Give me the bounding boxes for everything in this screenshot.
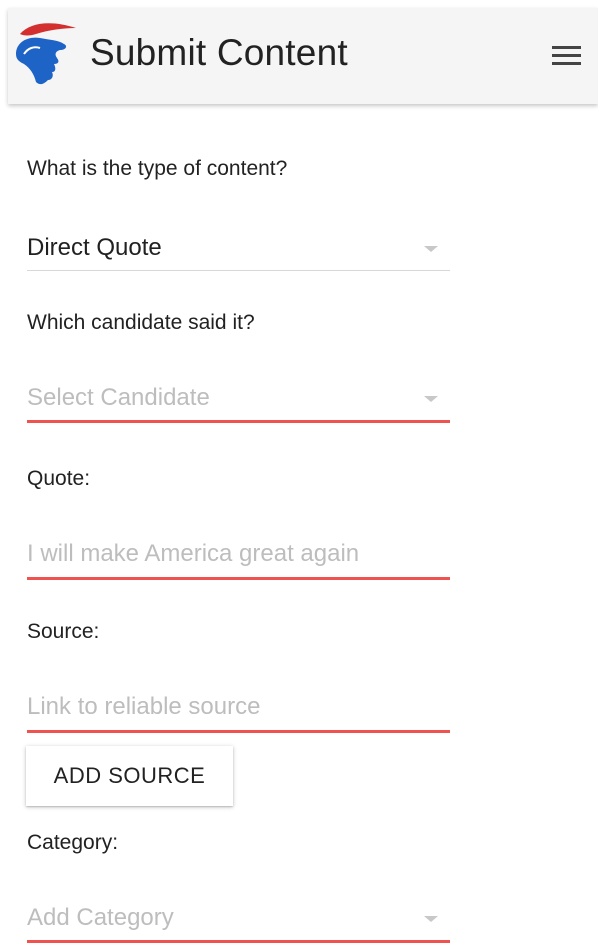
category-label: Category: xyxy=(27,831,119,854)
candidate-select[interactable]: Select Candidate xyxy=(27,374,450,423)
page-title: Submit Content xyxy=(90,32,348,73)
dropdown-arrow-icon xyxy=(424,396,438,402)
candidate-placeholder: Select Candidate xyxy=(27,384,210,411)
app-bar: Submit Content xyxy=(8,8,598,104)
dropdown-arrow-icon xyxy=(424,246,438,252)
category-select[interactable]: Add Category xyxy=(27,894,450,943)
candidate-logo-icon[interactable] xyxy=(14,14,80,90)
content-type-label: What is the type of content? xyxy=(27,157,288,180)
candidate-label: Which candidate said it? xyxy=(27,311,255,334)
quote-input[interactable] xyxy=(27,537,447,571)
source-field xyxy=(27,684,450,733)
source-input[interactable] xyxy=(27,690,447,724)
content-type-select[interactable]: Direct Quote xyxy=(27,224,450,271)
source-label: Source: xyxy=(27,620,100,643)
add-source-button[interactable]: ADD SOURCE xyxy=(26,746,233,806)
quote-label: Quote: xyxy=(27,467,91,490)
content-type-value: Direct Quote xyxy=(27,234,162,261)
category-placeholder: Add Category xyxy=(27,904,174,931)
dropdown-arrow-icon xyxy=(424,916,438,922)
hamburger-menu-icon[interactable] xyxy=(546,38,586,72)
quote-field xyxy=(27,531,450,580)
